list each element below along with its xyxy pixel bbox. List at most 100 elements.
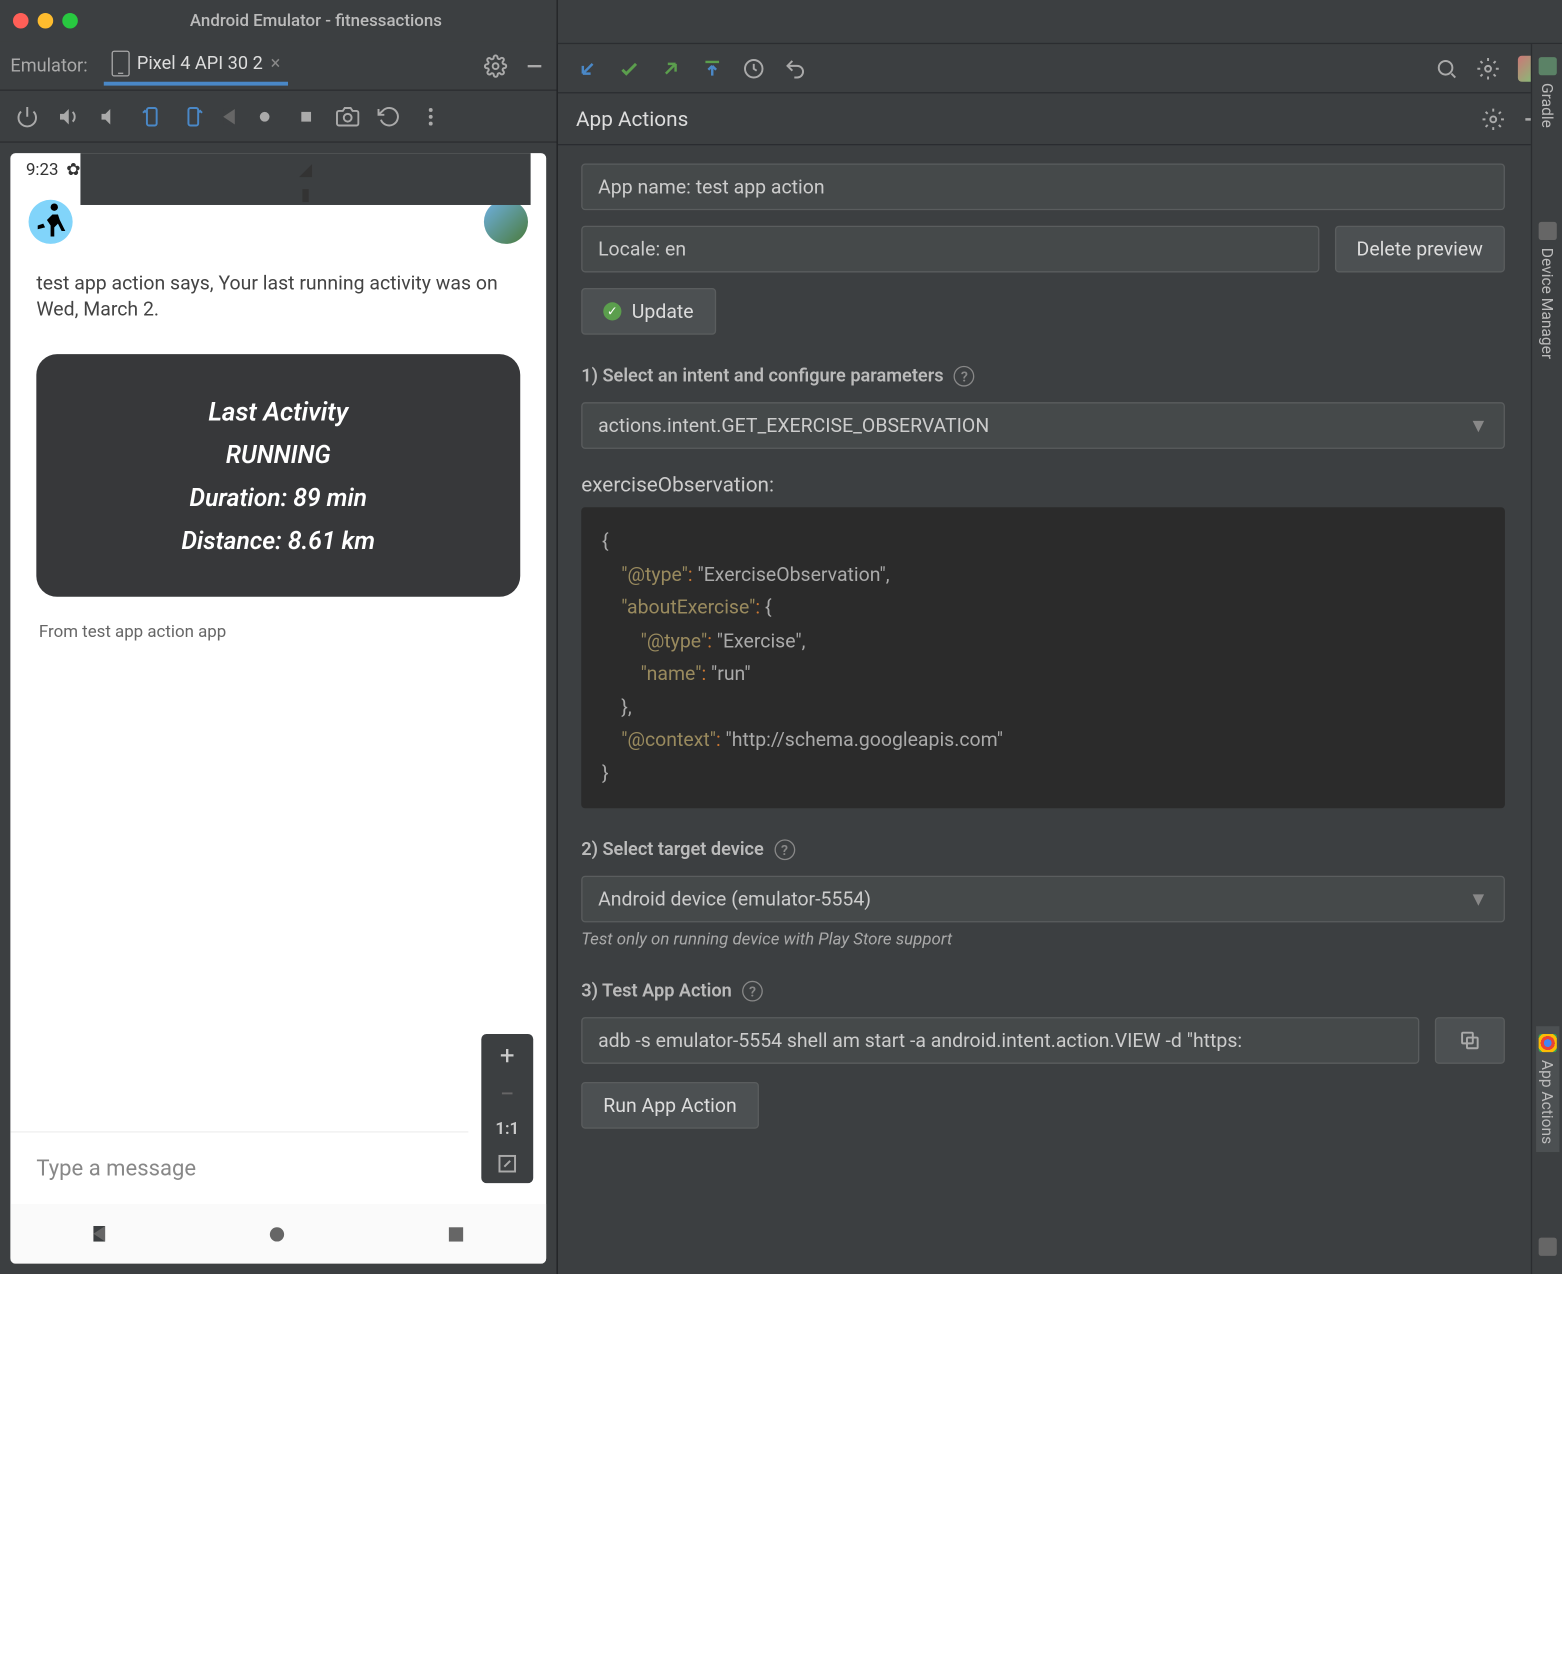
emulator-toolbar — [0, 91, 557, 143]
param-label: exerciseObservation: — [581, 472, 1505, 497]
assistant-icon — [1538, 1034, 1556, 1052]
activity-card[interactable]: Last Activity RUNNING Duration: 89 min D… — [36, 354, 520, 597]
more-icon[interactable] — [419, 104, 442, 127]
minimize-icon[interactable] — [523, 54, 546, 77]
device-hint: Test only on running device with Play St… — [581, 930, 1505, 949]
nav-home-icon[interactable] — [270, 1227, 284, 1241]
step3-label: 3) Test App Action ? — [581, 981, 1505, 1002]
nav-back-icon[interactable] — [93, 1226, 105, 1242]
card-activity: RUNNING — [49, 439, 507, 469]
overview-icon[interactable] — [294, 104, 317, 127]
checkmark-icon[interactable] — [618, 56, 641, 79]
gradle-icon — [1538, 57, 1556, 75]
right-sidebar: Gradle Device Manager App Actions — [1531, 44, 1562, 1274]
card-duration: Duration: 89 min — [49, 482, 507, 512]
fullscreen-icon[interactable] — [496, 1152, 519, 1175]
status-time: 9:23 — [26, 160, 59, 179]
card-title: Last Activity — [49, 395, 507, 426]
step2-label: 2) Select target device ? — [581, 839, 1505, 860]
sidebar-gradle[interactable]: Gradle — [1535, 49, 1558, 135]
copy-icon — [1458, 1029, 1481, 1052]
rotate-right-icon[interactable] — [182, 104, 205, 127]
signal-icon: ◢ — [299, 160, 312, 179]
window-title: Android Emulator - fitnessactions — [88, 11, 543, 30]
clock-icon[interactable] — [742, 56, 765, 79]
status-bar: 9:23 ✿ ▾ ◢ ▮ — [10, 153, 546, 187]
help-icon[interactable]: ? — [742, 981, 763, 1002]
json-editor[interactable]: { "@type": "ExerciseObservation", "about… — [581, 507, 1505, 808]
wifi-icon: ▾ — [301, 153, 309, 155]
ide-spacer — [558, 0, 1562, 44]
emulator-canvas: 9:23 ✿ ▾ ◢ ▮ test app action says, Your … — [0, 143, 557, 1274]
chevron-down-icon: ▼ — [1469, 414, 1488, 437]
step1-label: 1) Select an intent and configure parame… — [581, 366, 1505, 387]
composer-placeholder: Type a message — [36, 1155, 196, 1181]
arrow-up-right-icon[interactable] — [659, 56, 682, 79]
min-dot[interactable] — [38, 13, 54, 29]
zoom-control: + − 1:1 — [481, 1034, 533, 1183]
arrow-down-left-icon[interactable] — [576, 56, 599, 79]
arrow-in-icon[interactable] — [701, 56, 724, 79]
zoom-level[interactable]: 1:1 — [495, 1120, 519, 1139]
device-tab-label: Pixel 4 API 30 2 — [137, 53, 263, 74]
copy-button[interactable] — [1435, 1017, 1505, 1064]
adb-command-input[interactable]: adb -s emulator-5554 shell am start -a a… — [581, 1017, 1419, 1064]
gear-icon[interactable] — [1476, 56, 1499, 79]
camera-icon[interactable] — [336, 104, 359, 127]
ide-action-bar — [558, 44, 1562, 93]
sidebar-device-manager[interactable]: Device Manager — [1535, 214, 1558, 367]
run-app-action-button[interactable]: Run App Action — [581, 1082, 759, 1129]
search-icon[interactable] — [1435, 56, 1458, 79]
zoom-in-button[interactable]: + — [500, 1042, 515, 1068]
sidebar-app-actions[interactable]: App Actions — [1535, 1026, 1558, 1152]
app-actions-panel: App Actions App name: test app action Lo… — [558, 0, 1562, 1274]
help-icon[interactable]: ? — [774, 839, 795, 860]
emulator-label: Emulator: — [10, 55, 87, 76]
avatar[interactable] — [484, 200, 528, 244]
device-select[interactable]: Android device (emulator-5554) ▼ — [581, 876, 1505, 923]
update-button[interactable]: ✓ Update — [581, 288, 715, 335]
zoom-out-button[interactable]: − — [500, 1081, 515, 1107]
emulator-panel: Android Emulator - fitnessactions Emulat… — [0, 0, 558, 1274]
app-name-input[interactable]: App name: test app action — [581, 163, 1505, 210]
traffic-lights[interactable] — [13, 13, 78, 29]
placeholder-icon — [1538, 1238, 1556, 1256]
emulator-tabs: Emulator: Pixel 4 API 30 2 × — [0, 42, 557, 91]
history-icon[interactable] — [378, 104, 401, 127]
gear-icon[interactable] — [1482, 107, 1505, 130]
battery-icon: ▮ — [301, 185, 310, 204]
from-text: From test app action app — [10, 614, 546, 649]
device-tab[interactable]: Pixel 4 API 30 2 × — [103, 45, 288, 85]
vol-up-icon[interactable] — [57, 104, 80, 127]
help-icon[interactable]: ? — [954, 366, 975, 387]
phone-icon — [111, 51, 129, 77]
message-composer[interactable]: Type a message — [10, 1131, 468, 1204]
undo-icon[interactable] — [784, 56, 807, 79]
device-screen[interactable]: 9:23 ✿ ▾ ◢ ▮ test app action says, Your … — [10, 153, 546, 1264]
rotate-left-icon[interactable] — [140, 104, 163, 127]
locale-input[interactable]: Locale: en — [581, 226, 1319, 273]
panel-title: App Actions — [576, 106, 688, 131]
sidebar-extra[interactable] — [1535, 1230, 1558, 1264]
back-icon[interactable] — [223, 108, 235, 124]
nav-overview-icon[interactable] — [449, 1227, 463, 1241]
max-dot[interactable] — [62, 13, 78, 29]
running-fab[interactable] — [29, 200, 73, 244]
nav-bar — [10, 1204, 546, 1264]
device-icon — [1538, 221, 1556, 239]
home-icon[interactable] — [253, 104, 276, 127]
card-distance: Distance: 8.61 km — [49, 525, 507, 555]
power-icon[interactable] — [16, 104, 39, 127]
chevron-down-icon: ▼ — [1469, 887, 1488, 910]
check-circle-icon: ✓ — [603, 302, 621, 320]
delete-preview-button[interactable]: Delete preview — [1334, 226, 1504, 273]
close-dot[interactable] — [13, 13, 29, 29]
panel-header: App Actions — [558, 93, 1562, 145]
root: Android Emulator - fitnessactions Emulat… — [0, 0, 1562, 1274]
intent-select[interactable]: actions.intent.GET_EXERCISE_OBSERVATION … — [581, 402, 1505, 449]
titlebar: Android Emulator - fitnessactions — [0, 0, 557, 42]
settings-indicator-icon: ✿ — [66, 160, 80, 179]
gear-icon[interactable] — [484, 54, 507, 77]
vol-down-icon[interactable] — [99, 104, 122, 127]
close-icon[interactable]: × — [271, 53, 281, 74]
